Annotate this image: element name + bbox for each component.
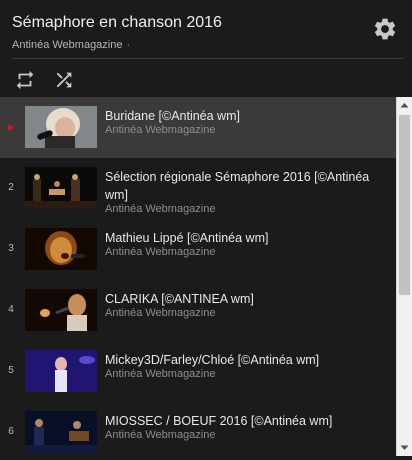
playlist-scrollbar[interactable] [396, 97, 412, 456]
scroll-down-arrow-icon[interactable] [397, 440, 412, 455]
item-index: 4 [8, 304, 14, 315]
video-title[interactable]: MIOSSEC / BOEUF 2016 [©Antinéa wm] [105, 412, 385, 430]
video-title[interactable]: Buridane [©Antinéa wm] [105, 107, 385, 125]
item-index: 6 [8, 426, 14, 437]
playlist-item[interactable]: ▶ Buridane [©Antinéa wm] Antinéa Webmaga… [0, 97, 396, 158]
item-index: 3 [8, 243, 14, 254]
playlist-item[interactable]: 2 Sélection régionale Sémaphore 2016 [©A… [0, 158, 396, 219]
video-thumbnail[interactable] [25, 167, 97, 209]
video-channel: Antinéa Webmagazine [105, 307, 216, 319]
playlist-channel[interactable]: Antinéa Webmagazine · [12, 39, 130, 51]
video-thumbnail[interactable] [25, 411, 97, 453]
video-title[interactable]: Mickey3D/Farley/Chloé [©Antinéa wm] [105, 351, 385, 369]
playlist-title[interactable]: Sémaphore en chanson 2016 [12, 14, 222, 32]
gear-icon[interactable] [372, 16, 398, 42]
video-channel: Antinéa Webmagazine [105, 246, 216, 258]
video-thumbnail[interactable] [25, 289, 97, 331]
scroll-up-arrow-icon[interactable] [397, 98, 412, 113]
video-thumbnail[interactable] [25, 350, 97, 392]
play-indicator-icon: ▶ [7, 122, 15, 132]
video-title[interactable]: Sélection régionale Sémaphore 2016 [©Ant… [105, 168, 385, 204]
video-thumbnail[interactable] [25, 106, 97, 148]
playlist-item[interactable]: 6 MIOSSEC / BOEUF 2016 [©Antinéa wm] Ant… [0, 402, 396, 456]
header-divider [12, 58, 403, 59]
video-channel: Antinéa Webmagazine [105, 429, 216, 441]
video-title[interactable]: CLARIKA [©ANTINEA wm] [105, 290, 385, 308]
playlist-header: Sémaphore en chanson 2016 Antinéa Webmag… [0, 0, 412, 100]
playlist-item[interactable]: 5 Mickey3D/Farley/Chloé [©Antinéa wm] An… [0, 341, 396, 402]
loop-icon[interactable] [14, 69, 36, 91]
playlist-item[interactable]: 4 CLARIKA [©ANTINEA wm] Antinéa Webmagaz… [0, 280, 396, 341]
playlist-items: ▶ Buridane [©Antinéa wm] Antinéa Webmaga… [0, 97, 396, 456]
video-thumbnail[interactable] [25, 228, 97, 270]
video-channel: Antinéa Webmagazine [105, 124, 216, 136]
video-channel: Antinéa Webmagazine [105, 203, 216, 215]
video-title[interactable]: Mathieu Lippé [©Antinéa wm] [105, 229, 385, 247]
channel-name[interactable]: Antinéa Webmagazine [12, 39, 122, 51]
item-index: 2 [8, 182, 14, 193]
separator-dot: · [126, 39, 131, 51]
shuffle-icon[interactable] [53, 69, 75, 91]
playlist-item[interactable]: 3 Mathieu Lippé [©Antinéa wm] Antinéa We… [0, 219, 396, 280]
item-index: 5 [8, 365, 14, 376]
video-channel: Antinéa Webmagazine [105, 368, 216, 380]
scrollbar-thumb[interactable] [399, 115, 410, 295]
